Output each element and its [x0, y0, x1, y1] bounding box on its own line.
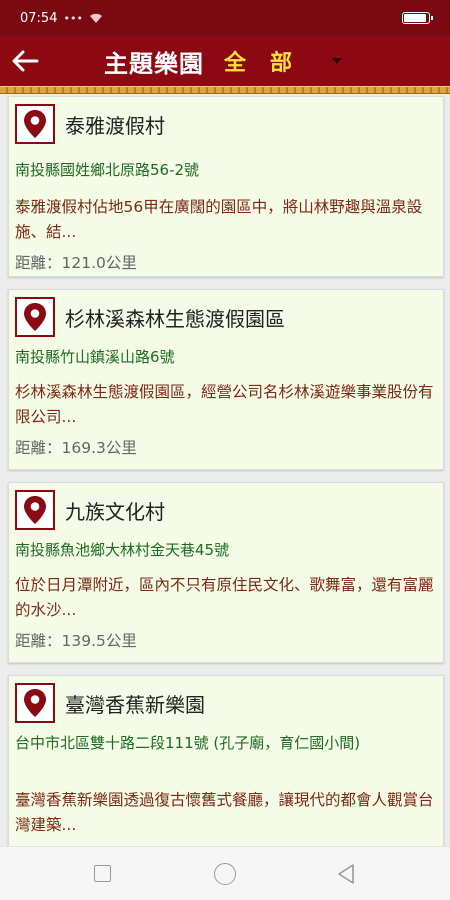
decorative-border	[0, 86, 450, 94]
place-name: 泰雅渡假村	[65, 113, 165, 138]
place-card[interactable]: 泰雅渡假村 南投縣國姓鄉北原路56-2號 泰雅渡假村佔地56甲在廣闊的園區中，將…	[8, 96, 444, 277]
place-name: 杉林溪森林生態渡假園區	[65, 306, 285, 331]
place-description: 臺灣香蕉新樂園透過復古懷舊式餐廳，讓現代的都會人觀賞台灣建築...	[15, 791, 434, 834]
place-card[interactable]: 杉林溪森林生態渡假園區 南投縣竹山鎮溪山路6號 杉林溪森林生態渡假園區，經營公司…	[8, 289, 444, 470]
status-bar: 07:54 •••	[0, 0, 450, 36]
place-address: 台中市北區雙十路二段111號 (孔子廟，育仁國小間)	[15, 734, 361, 752]
card-header: 九族文化村	[15, 490, 165, 530]
place-address: 南投縣國姓鄉北原路56-2號	[15, 161, 200, 179]
filter-selected-value: 全部	[224, 51, 317, 76]
category-filter-select[interactable]: 全部	[224, 36, 354, 86]
wifi-icon	[89, 13, 102, 23]
place-card[interactable]: 九族文化村 南投縣魚池鄉大林村金天巷45號 位於日月潭附近，區內不只有原住民文化…	[8, 482, 444, 663]
card-header: 杉林溪森林生態渡假園區	[15, 297, 285, 337]
battery-icon	[402, 12, 433, 24]
place-description: 泰雅渡假村佔地56甲在廣闊的園區中，將山林野趣與溫泉設施、結...	[15, 198, 423, 241]
map-pin-icon	[15, 297, 55, 337]
place-name: 九族文化村	[65, 499, 165, 524]
status-time: 07:54	[20, 10, 58, 26]
place-address: 南投縣竹山鎮溪山路6號	[15, 348, 175, 366]
recents-button[interactable]	[94, 865, 111, 882]
home-button[interactable]	[214, 863, 236, 885]
place-card[interactable]: 臺灣香蕉新樂園 台中市北區雙十路二段111號 (孔子廟，育仁國小間) 臺灣香蕉新…	[8, 675, 444, 846]
map-pin-icon	[15, 490, 55, 530]
notification-dots: •••	[63, 11, 83, 25]
place-distance: 距離：121.0公里	[15, 254, 137, 272]
page-title: 主題樂園	[104, 50, 204, 78]
map-pin-icon	[15, 104, 55, 144]
system-nav-bar	[0, 846, 450, 900]
place-distance: 距離：169.3公里	[15, 439, 137, 457]
place-distance: 距離：139.5公里	[15, 632, 137, 650]
card-header: 臺灣香蕉新樂園	[15, 683, 205, 723]
card-header: 泰雅渡假村	[15, 104, 165, 144]
app-bar: 主題樂園 全部	[0, 36, 450, 86]
caret-down-icon	[332, 58, 342, 64]
triangle-back-icon[interactable]	[336, 863, 356, 885]
place-name: 臺灣香蕉新樂園	[65, 692, 205, 717]
back-button[interactable]	[0, 36, 50, 86]
place-list[interactable]: 泰雅渡假村 南投縣國姓鄉北原路56-2號 泰雅渡假村佔地56甲在廣闊的園區中，將…	[0, 94, 450, 846]
place-description: 杉林溪森林生態渡假園區，經營公司名杉林溪遊樂事業股份有限公司...	[15, 383, 434, 426]
place-address: 南投縣魚池鄉大林村金天巷45號	[15, 541, 230, 559]
map-pin-icon	[15, 683, 55, 723]
place-description: 位於日月潭附近，區內不只有原住民文化、歌舞富，還有富麗的水沙...	[15, 576, 434, 619]
arrow-left-icon	[12, 50, 39, 72]
status-left: 07:54 •••	[20, 11, 103, 26]
